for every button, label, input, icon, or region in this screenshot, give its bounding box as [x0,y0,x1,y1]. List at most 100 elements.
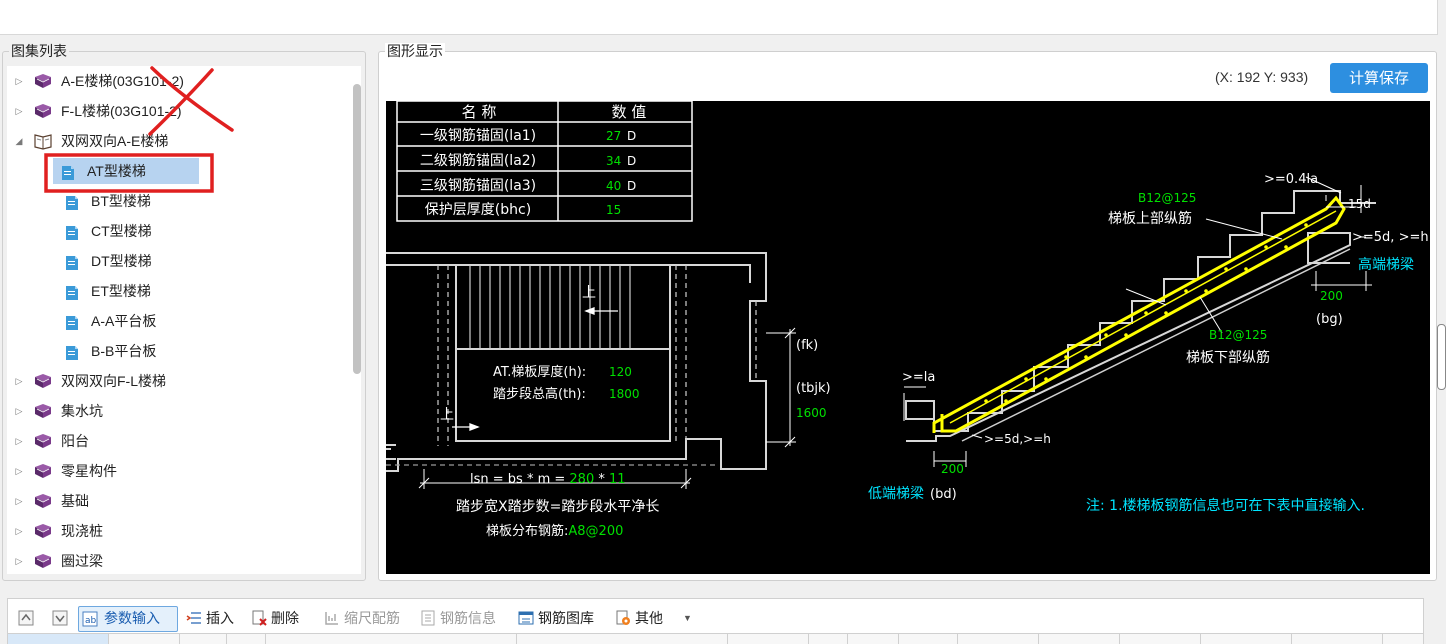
tree-item[interactable]: CT型楼梯 [57,218,197,244]
expand-arrow-icon[interactable]: ▷ [13,398,25,424]
plan-up-arrow-label: 上 [440,407,454,423]
move-down-icon [52,610,68,626]
tree-item-label: A-A平台板 [91,313,157,329]
tree-item[interactable]: B-B平台板 [57,338,197,364]
tree-item[interactable]: BT型楼梯 [57,188,197,214]
tree-item-label: 圈过梁 [61,553,103,569]
graphic-display-title: 图形显示 [385,43,445,59]
tree-item[interactable]: ▷ F-L楼梯(03G101-2) [13,98,313,124]
expand-arrow-icon[interactable]: ▷ [13,428,25,454]
move-up-icon [18,610,34,626]
tree-item[interactable]: ET型楼梯 [57,278,197,304]
tree-item-label: 集水坑 [61,403,103,419]
low-beam-label: 低端梯梁 [868,486,924,502]
table-header-value: 数 值 [612,103,647,121]
cursor-coordinates: (X: 192 Y: 933) [1215,69,1309,85]
grid-header-cell[interactable] [1039,634,1120,644]
grid-header-cell[interactable] [1120,634,1201,644]
tree-item[interactable]: ◢ 双网双向A-E楼梯 [13,128,313,154]
tree-item[interactable]: ▷ A-E楼梯(03G101-2) [13,68,313,94]
insert-icon [186,612,201,624]
tree-item[interactable]: ▷ 集水坑 [13,398,313,424]
tree-item-label: A-E楼梯(03G101-2) [61,73,184,89]
grid-header-cell[interactable] [848,634,899,644]
grid-header-cell[interactable] [728,634,809,644]
anchor-right-label: >=5d, >=h [1352,230,1429,245]
grid-header-cell[interactable] [958,634,1039,644]
tree-item[interactable]: DT型楼梯 [57,248,197,274]
tree-scrollbar[interactable] [353,84,361,374]
calculate-save-button[interactable]: 计算保存 [1330,63,1428,93]
book-icon [33,402,53,428]
tree-item-label: CT型楼梯 [91,223,152,239]
grid-header-cell[interactable] [227,634,266,644]
tree-item[interactable]: ▷ 双网双向F-L楼梯 [13,368,313,394]
grid-header-cell[interactable] [266,634,517,644]
delete-button[interactable]: 删除 [251,607,307,629]
distribution-rebar: 梯板分布钢筋:A8@200 [486,523,623,539]
tree-item-label: ET型楼梯 [91,283,151,299]
expand-arrow-icon[interactable]: ▷ [13,368,25,394]
table-row-value: 27 [606,129,621,143]
tree-item[interactable]: ▷ 圈过梁 [13,548,313,574]
rebar-library-button[interactable]: 钢筋图库 [518,607,604,629]
section-soffit [961,248,1351,442]
book-icon [33,102,53,128]
tree-item[interactable]: ▷ 现浇桩 [13,518,313,544]
grid-header-cell[interactable] [899,634,958,644]
move-up-button[interactable] [18,607,36,629]
table-row-unit: D [627,129,636,143]
expand-arrow-icon[interactable]: ▷ [13,488,25,514]
book-icon [33,522,53,548]
collapse-arrow-icon[interactable]: ◢ [13,128,25,154]
document-icon [65,253,79,279]
insert-button[interactable]: 插入 [186,607,242,629]
table-row-unit: D [627,179,636,193]
expand-arrow-icon[interactable]: ▷ [13,548,25,574]
grid-header-cell[interactable] [1201,634,1292,644]
document-icon [65,313,79,339]
expand-arrow-icon[interactable]: ▷ [13,518,25,544]
expand-arrow-icon[interactable]: ▷ [13,68,25,94]
tree-item-label: AT型楼梯 [87,163,146,179]
chevron-down-icon: ▼ [683,613,692,623]
table-header-name: 名 称 [462,103,497,121]
table-row-name: 一级钢筋锚固(la1) [420,127,536,144]
net-length-formula: 踏步宽X踏步数=踏步段水平净长 [456,498,659,515]
bd-value: 200 [941,462,964,476]
grid-header-cell[interactable] [8,634,109,644]
d15-label: 15d [1348,197,1371,211]
la-label: >=la [902,370,935,385]
other-menu-button[interactable]: 其他 ▼ [615,607,692,629]
rebar-library-icon [518,611,534,625]
move-down-button[interactable] [52,607,70,629]
tree-item[interactable]: AT型楼梯 [53,158,199,184]
expand-arrow-icon[interactable]: ▷ [13,98,25,124]
bd-label: (bd) [930,487,957,502]
tree-item[interactable]: ▷ 基础 [13,488,313,514]
scale-rebar-button[interactable]: 缩尺配筋 [324,607,408,629]
table-row-unit: D [627,154,636,168]
rebar-info-button[interactable]: 钢筋信息 [420,607,504,629]
grid-header-cell[interactable] [1292,634,1383,644]
tree-item[interactable]: ▷ 零星构件 [13,458,313,484]
tree-item[interactable]: ▷ 阳台 [13,428,313,454]
drawing-canvas[interactable]: 名 称 数 值 一级钢筋锚固(la1) 27 D 二级钢筋锚固(la2) 34 … [386,101,1430,574]
scale-rebar-icon [325,612,338,625]
grid-header-cell[interactable] [809,634,848,644]
top-strip [0,0,1438,35]
tree-item[interactable]: A-A平台板 [57,308,197,334]
param-input-button[interactable]: ab 参数输入 [78,606,178,632]
tree-item-label: B-B平台板 [91,343,157,359]
grid-header-cell[interactable] [180,634,227,644]
expand-arrow-icon[interactable]: ▷ [13,458,25,484]
tree-item-label: 双网双向A-E楼梯 [61,133,169,149]
grid-header-cell[interactable] [109,634,180,644]
tbjk-value: 1600 [796,406,827,420]
page-scrollbar[interactable] [1437,324,1446,390]
cad-drawing: 名 称 数 值 一级钢筋锚固(la1) 27 D 二级钢筋锚固(la2) 34 … [386,101,1429,539]
grid-header-cell[interactable] [517,634,728,644]
table-row-name: 三级钢筋锚固(la3) [420,177,536,194]
top-rebar-name: 梯板上部纵筋 [1108,210,1192,227]
tree-item-label: DT型楼梯 [91,253,152,269]
